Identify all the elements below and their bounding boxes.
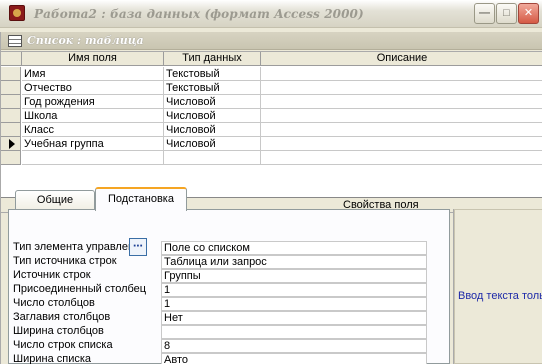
description-cell[interactable] <box>261 137 542 151</box>
property-row: Число столбцов 1 <box>13 297 430 311</box>
grid-header: Имя поля Тип данных Описание <box>1 52 542 66</box>
property-row: Тип элемента управления Поле со списком <box>13 241 430 255</box>
table-row[interactable]: Школа Числовой <box>1 109 542 123</box>
data-type-cell[interactable]: Текстовый <box>164 67 261 81</box>
row-selector[interactable] <box>1 95 21 109</box>
table-row[interactable]: Класс Числовой <box>1 123 542 137</box>
property-label: Ширина списка <box>13 353 92 364</box>
property-row: Ширина списка Авто <box>13 353 430 364</box>
property-value-text: Группы <box>164 270 201 282</box>
property-label: Источник строк <box>13 269 91 281</box>
data-type-cell[interactable]: Текстовый <box>164 81 261 95</box>
description-cell[interactable] <box>261 67 542 81</box>
description-cell[interactable] <box>261 109 542 123</box>
property-row: Число строк списка 8 <box>13 339 430 353</box>
property-value[interactable]: 1 <box>161 297 427 311</box>
lookup-properties-panel: Тип элемента управления Поле со списком Ти… <box>8 209 450 364</box>
property-value-text: 1 <box>164 298 171 310</box>
row-selector[interactable] <box>1 151 21 165</box>
property-value-text: Нет <box>164 312 183 324</box>
current-row-arrow-icon <box>9 139 15 149</box>
access-window: Работа2 : база данных (формат Access 200… <box>0 0 542 364</box>
row-selector[interactable] <box>1 81 21 95</box>
description-cell[interactable] <box>261 81 542 95</box>
property-value[interactable]: 1 <box>161 283 427 297</box>
property-value-text: 8 <box>164 340 171 352</box>
field-name-cell[interactable] <box>22 151 164 165</box>
grid-corner <box>1 52 22 66</box>
field-grid: Имя поля Тип данных Описание Имя Текстовы… <box>1 51 542 197</box>
description-cell[interactable] <box>261 95 542 109</box>
field-name-cell[interactable]: Школа <box>22 109 164 123</box>
property-value[interactable]: 8 <box>161 339 427 353</box>
property-value-text: Поле со списком <box>164 242 250 254</box>
help-box: Ввод текста толь <box>454 209 542 364</box>
tab-lookup[interactable]: Подстановка <box>95 187 187 211</box>
close-button[interactable]: ✕ <box>518 3 539 24</box>
data-type-cell[interactable] <box>164 151 261 165</box>
minimize-button[interactable]: — <box>474 3 495 24</box>
table-row[interactable] <box>1 151 542 165</box>
property-value[interactable]: Поле со списком <box>161 241 427 255</box>
table-row[interactable]: Имя Текстовый <box>1 67 542 81</box>
window-title: Работа2 : база данных (формат Access 200… <box>34 7 364 21</box>
property-label: Присоединенный столбец <box>13 283 147 295</box>
property-label: Число строк списка <box>13 339 113 351</box>
table-row[interactable]: Учебная группа Числовой <box>1 137 542 151</box>
property-label: Тип источника строк <box>13 255 117 267</box>
help-text: Ввод текста толь <box>458 290 542 302</box>
table-row[interactable]: Год рождения Числовой <box>1 95 542 109</box>
property-value-text: Авто <box>164 354 188 364</box>
column-header-data-type: Тип данных <box>164 52 261 66</box>
property-label: Число столбцов <box>13 297 95 309</box>
row-selector[interactable] <box>1 137 21 151</box>
property-value-text: Таблица или запрос <box>164 256 267 268</box>
row-selector[interactable] <box>1 67 21 81</box>
field-name-cell[interactable]: Имя <box>22 67 164 81</box>
property-value[interactable]: Авто <box>161 353 427 364</box>
description-cell[interactable] <box>261 151 542 165</box>
table-window-title: Список : таблица <box>27 34 144 47</box>
data-type-cell[interactable]: Числовой <box>164 109 261 123</box>
table-window-titlebar[interactable]: Список : таблица <box>1 32 542 50</box>
table-design-window: Список : таблица Имя поля Тип данных Опи… <box>0 32 542 364</box>
data-type-cell[interactable]: Числовой <box>164 95 261 109</box>
property-row: Заглавия столбцов Нет <box>13 311 430 325</box>
field-name-cell[interactable]: Класс <box>22 123 164 137</box>
help-panel: Ввод текста толь <box>453 209 542 364</box>
property-row: Присоединенный столбец 1 <box>13 283 430 297</box>
property-label: Заглавия столбцов <box>13 311 111 323</box>
field-name-cell[interactable]: Учебная группа <box>22 137 164 151</box>
table-row[interactable]: Отчество Текстовый <box>1 81 542 95</box>
data-type-cell[interactable]: Числовой <box>164 137 261 151</box>
data-type-cell[interactable]: Числовой <box>164 123 261 137</box>
table-icon <box>8 35 22 47</box>
property-row: Источник строк Группы <box>13 269 430 283</box>
row-selector[interactable] <box>1 109 21 123</box>
row-selector[interactable] <box>1 123 21 137</box>
column-header-field-name: Имя поля <box>22 52 164 66</box>
description-cell[interactable] <box>261 123 542 137</box>
property-value[interactable] <box>161 325 427 339</box>
builder-icon[interactable]: ⋯ <box>129 238 147 256</box>
maximize-button[interactable]: □ <box>496 3 517 24</box>
property-value[interactable]: Группы <box>161 269 427 283</box>
property-value[interactable]: Таблица или запрос <box>161 255 427 269</box>
field-name-cell[interactable]: Год рождения <box>22 95 164 109</box>
tab-general[interactable]: Общие <box>15 190 95 210</box>
column-header-description: Описание <box>376 52 428 64</box>
access-app-icon[interactable] <box>9 5 25 21</box>
window-titlebar[interactable]: Работа2 : база данных (формат Access 200… <box>0 0 542 28</box>
property-label: Ширина столбцов <box>13 325 104 337</box>
property-row: Тип источника строк Таблица или запрос <box>13 255 430 269</box>
property-value[interactable]: Нет <box>161 311 427 325</box>
property-value-text: 1 <box>164 284 171 296</box>
field-name-cell[interactable]: Отчество <box>22 81 164 95</box>
property-row: Ширина столбцов <box>13 325 430 339</box>
